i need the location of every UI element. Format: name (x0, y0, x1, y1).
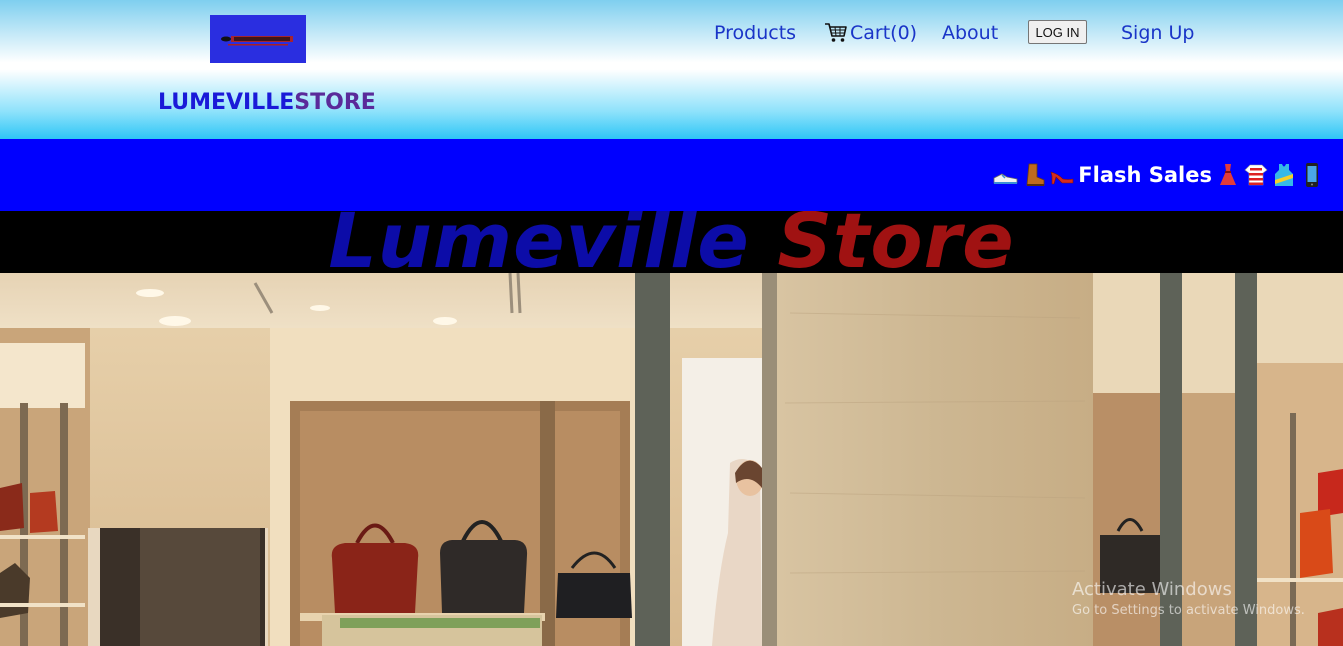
cart-label: Cart(0) (850, 22, 918, 44)
mobile-phone-icon (1306, 163, 1318, 187)
sneaker-icon (993, 173, 1018, 184)
brand-name: LUMEVILLESTORE (158, 90, 376, 115)
brand-name-part2: STORE (294, 90, 376, 115)
flash-sales-row[interactable]: Flash Sales (993, 161, 1325, 189)
nav-cart-link[interactable]: Cart(0) (824, 22, 917, 44)
nav-products-link[interactable]: Products (714, 22, 796, 44)
hero-title-part2: Store (777, 211, 1015, 273)
login-button[interactable]: LOG IN (1028, 20, 1087, 44)
flash-sales-label: Flash Sales (1078, 163, 1212, 187)
flash-sales-banner: Flash Sales (0, 139, 1343, 211)
hero-title-band: Lumeville Store (0, 211, 1343, 273)
tank-top-icon (1275, 164, 1293, 186)
boot-icon (1026, 163, 1045, 186)
cart-icon (825, 23, 847, 42)
nav-signup-link[interactable]: Sign Up (1121, 22, 1194, 44)
high-heel-icon (1050, 171, 1074, 185)
watermark-line1: Activate Windows (1072, 579, 1232, 600)
logo-art (221, 36, 293, 46)
brand-name-part1: LUMEVILLE (158, 90, 295, 115)
hero-title: Lumeville Store (0, 211, 1343, 273)
hero-title-part1: Lumeville (328, 211, 750, 273)
shirt-icon (1244, 164, 1268, 186)
dress-icon (1220, 164, 1236, 185)
watermark-line2: Go to Settings to activate Windows. (1072, 603, 1305, 618)
nav-about-link[interactable]: About (942, 22, 998, 44)
page: LUMEVILLESTORE Products Cart(0) About LO… (0, 0, 1343, 646)
windows-activation-watermark: Activate Windows Go to Settings to activ… (1072, 579, 1305, 618)
site-header: LUMEVILLESTORE Products Cart(0) About LO… (0, 0, 1343, 139)
logo-image[interactable] (210, 15, 306, 63)
